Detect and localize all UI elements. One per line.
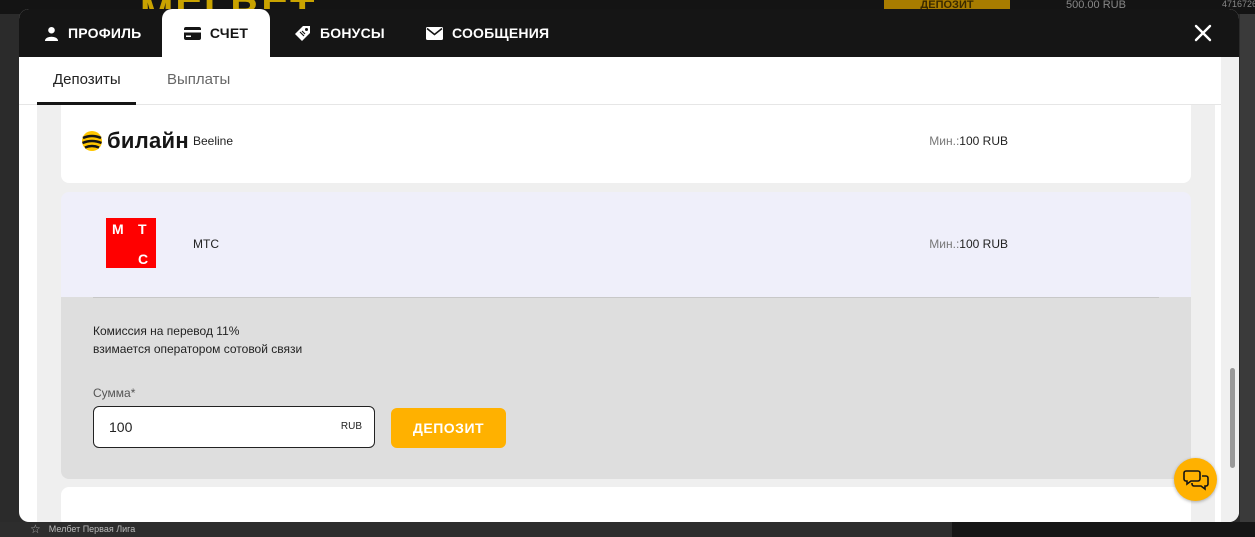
subtab-deposits[interactable]: Депозиты <box>53 57 121 105</box>
tab-messages-label: СООБЩЕНИЯ <box>452 25 550 41</box>
account-modal: ПРОФИЛЬ СЧЕТ БОНУСЫ СООБЩЕНИЯ Депозиты В… <box>19 9 1239 522</box>
background-right-strip <box>1240 14 1255 524</box>
beeline-logo: билайн <box>81 128 189 154</box>
deposit-form: Комиссия на перевод 11% взимается операт… <box>61 297 1191 479</box>
subtab-withdrawals[interactable]: Выплаты <box>167 57 230 105</box>
payment-method-next[interactable] <box>61 487 1191 522</box>
tag-icon <box>294 25 311 42</box>
mts-logo-letter: С <box>138 251 149 267</box>
min-label: Мин.: <box>929 237 960 251</box>
commission-note: Комиссия на перевод 11% взимается операт… <box>93 322 302 358</box>
beeline-logo-text: билайн <box>107 128 189 153</box>
background-account-id: 47167268 <box>1222 0 1255 9</box>
form-divider <box>93 297 1159 298</box>
deposit-button[interactable]: ДЕПОЗИТ <box>391 408 506 448</box>
min-value: 100 RUB <box>959 134 1008 148</box>
background-bottom-label: Мелбет Первая Лига <box>48 524 136 534</box>
scrollbar[interactable] <box>1221 57 1239 522</box>
tab-account[interactable]: СЧЕТ <box>162 9 270 57</box>
min-label: Мин.: <box>929 134 960 148</box>
user-icon <box>44 26 59 41</box>
mts-logo-letter: Т <box>138 221 147 237</box>
tab-bonuses[interactable]: БОНУСЫ <box>294 9 390 57</box>
envelope-icon <box>426 26 443 40</box>
background-bottom-item: ☆ Мелбет Первая Лига <box>30 522 135 537</box>
min-value: 100 RUB <box>959 237 1008 251</box>
tab-bonuses-label: БОНУСЫ <box>320 25 385 41</box>
payment-method-mts[interactable]: М Т С МТС Мин.:100 RUB <box>61 192 1191 297</box>
tab-messages[interactable]: СООБЩЕНИЯ <box>426 9 556 57</box>
currency-label: RUB <box>340 421 362 432</box>
tab-account-label: СЧЕТ <box>209 25 249 41</box>
scrollbar-thumb[interactable] <box>1230 368 1235 468</box>
chat-icon <box>1182 469 1209 491</box>
subtabs: Депозиты Выплаты <box>19 57 1221 105</box>
modal-header: ПРОФИЛЬ СЧЕТ БОНУСЫ СООБЩЕНИЯ <box>19 9 1239 57</box>
payment-method-name: МТС <box>193 237 219 251</box>
star-icon: ☆ <box>30 522 41 536</box>
mts-logo-letter: М <box>112 221 124 237</box>
mts-logo: М Т С <box>106 218 156 268</box>
tab-profile[interactable]: ПРОФИЛЬ <box>44 9 154 57</box>
payment-method-beeline[interactable]: билайн Beeline Мин.:100 RUB <box>61 105 1191 183</box>
beeline-ball-icon <box>82 131 102 151</box>
background-bottom-dark <box>952 522 1255 537</box>
commission-line-2: взимается оператором сотовой связи <box>93 342 303 356</box>
sum-input[interactable] <box>109 407 329 447</box>
payment-method-min: Мин.:100 RUB <box>929 134 1008 148</box>
payment-methods-list: билайн Beeline Мин.:100 RUB М Т С МТС Ми… <box>37 105 1215 522</box>
payment-method-name: Beeline <box>193 134 234 148</box>
wallet-icon <box>183 26 201 40</box>
chat-button[interactable] <box>1174 458 1217 501</box>
close-icon[interactable] <box>1193 23 1213 43</box>
tab-profile-label: ПРОФИЛЬ <box>68 25 142 41</box>
sum-field[interactable]: RUB <box>93 406 375 448</box>
payment-method-min: Мин.:100 RUB <box>929 237 1008 251</box>
commission-line-1: Комиссия на перевод 11% <box>93 324 240 338</box>
sum-label: Сумма* <box>93 386 136 400</box>
